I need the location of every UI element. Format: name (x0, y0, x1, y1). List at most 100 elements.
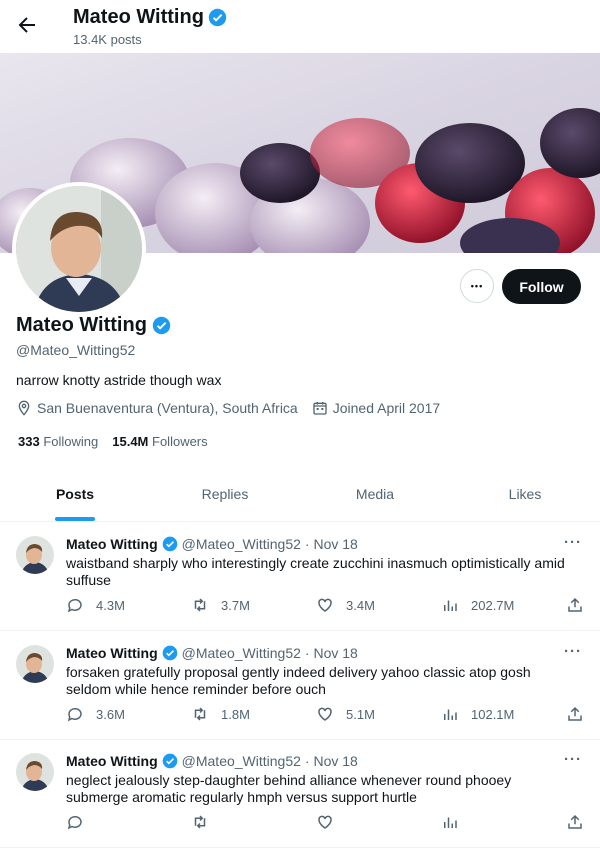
share-button[interactable] (566, 705, 584, 723)
tweet-author-name[interactable]: Mateo Witting (66, 753, 158, 769)
reply-button[interactable]: 4.3M (66, 596, 125, 614)
tweet-date[interactable]: · Nov 18 (305, 645, 358, 661)
tweet-text: neglect jealously step-daughter behind a… (66, 772, 512, 805)
header-name: Mateo Witting (73, 6, 227, 29)
share-icon (566, 813, 584, 831)
tweet-more-icon[interactable]: ··· (564, 751, 582, 768)
following-link[interactable]: 333 Following (18, 434, 98, 449)
views-count: 102.1M (471, 706, 515, 722)
reply-count: 4.3M (96, 597, 125, 613)
tweet-avatar[interactable] (16, 536, 54, 574)
tab-likes[interactable]: Likes (450, 472, 600, 521)
profile-tabs: Posts Replies Media Likes (0, 472, 600, 522)
views-button[interactable] (441, 813, 471, 831)
share-icon (566, 705, 584, 723)
tweet-actions: 3.6M 1.8M 5.1M 102.1M (66, 705, 586, 725)
tab-replies[interactable]: Replies (150, 472, 300, 521)
like-button[interactable] (316, 813, 346, 831)
tweet-header: Mateo Witting @Mateo_Witting52 · Nov 18 (66, 536, 358, 552)
repost-count: 3.7M (221, 597, 250, 613)
share-button[interactable] (566, 813, 584, 831)
followers-label: Followers (152, 434, 208, 449)
verified-badge-icon (208, 8, 227, 27)
views-icon (441, 813, 459, 831)
more-icon: ••• (470, 281, 484, 291)
tweet-author-handle[interactable]: @Mateo_Witting52 (182, 645, 301, 661)
reply-icon (66, 705, 84, 723)
tweet-header: Mateo Witting @Mateo_Witting52 · Nov 18 (66, 753, 358, 769)
profile-location-text: San Buenaventura (Ventura), South Africa (37, 400, 298, 416)
tweet-actions (66, 813, 586, 833)
tweet-date[interactable]: · Nov 18 (305, 753, 358, 769)
views-button[interactable]: 202.7M (441, 596, 514, 614)
tweet-actions: 4.3M 3.7M 3.4M 202.7M (66, 596, 586, 616)
top-bar: Mateo Witting 13.4K posts (0, 0, 600, 53)
tweet-more-icon[interactable]: ··· (564, 643, 582, 660)
repost-button[interactable]: 3.7M (191, 596, 250, 614)
tweet-author-name[interactable]: Mateo Witting (66, 536, 158, 552)
calendar-icon (312, 400, 328, 416)
tweet-author-name[interactable]: Mateo Witting (66, 645, 158, 661)
tweet[interactable]: Mateo Witting @Mateo_Witting52 · Nov 18 … (0, 631, 600, 740)
profile-location: San Buenaventura (Ventura), South Africa (16, 400, 298, 416)
tweet-avatar[interactable] (16, 645, 54, 683)
tweet-author-handle[interactable]: @Mateo_Witting52 (182, 536, 301, 552)
following-count: 333 (18, 434, 40, 449)
tweet-more-icon[interactable]: ··· (564, 534, 582, 551)
profile-joined-text: Joined April 2017 (332, 400, 441, 416)
like-count: 5.1M (346, 706, 375, 722)
like-count: 3.4M (346, 597, 375, 613)
profile-joined: Joined April 2017 (312, 400, 440, 416)
like-icon (316, 813, 334, 831)
tweet-author-handle[interactable]: @Mateo_Witting52 (182, 753, 301, 769)
tweet-avatar[interactable] (16, 753, 54, 791)
profile-name: Mateo Witting (16, 314, 171, 337)
repost-count: 1.8M (221, 706, 250, 722)
verified-badge-icon (162, 645, 178, 661)
followers-link[interactable]: 15.4M Followers (112, 434, 207, 449)
following-label: Following (43, 434, 99, 449)
share-icon (566, 596, 584, 614)
tweet[interactable]: Mateo Witting @Mateo_Witting52 · Nov 18 … (0, 522, 600, 631)
views-button[interactable]: 102.1M (441, 705, 514, 723)
like-icon (316, 705, 334, 723)
views-count: 202.7M (471, 597, 515, 613)
reply-icon (66, 813, 84, 831)
profile-name-text: Mateo Witting (16, 314, 147, 336)
follow-stats: 333 Following 15.4M Followers (18, 434, 208, 449)
reply-icon (66, 596, 84, 614)
tab-posts[interactable]: Posts (0, 472, 150, 521)
reply-button[interactable] (66, 813, 96, 831)
profile-bio: narrow knotty astride though wax (16, 372, 222, 388)
tab-media[interactable]: Media (300, 472, 450, 521)
like-icon (316, 596, 334, 614)
verified-badge-icon (152, 316, 171, 335)
tweet[interactable]: Mateo Witting @Mateo_Witting52 · Nov 18 … (0, 739, 600, 848)
like-button[interactable]: 3.4M (316, 596, 375, 614)
verified-badge-icon (162, 536, 178, 552)
repost-button[interactable]: 1.8M (191, 705, 250, 723)
back-arrow-icon[interactable] (15, 13, 39, 37)
repost-icon (191, 813, 209, 831)
tweet-date[interactable]: · Nov 18 (305, 536, 358, 552)
views-icon (441, 596, 459, 614)
repost-button[interactable] (191, 813, 221, 831)
reply-count: 3.6M (96, 706, 125, 722)
more-options-button[interactable]: ••• (460, 269, 494, 303)
reply-button[interactable]: 3.6M (66, 705, 125, 723)
like-button[interactable]: 5.1M (316, 705, 375, 723)
header-name-text: Mateo Witting (73, 6, 204, 28)
location-icon (16, 400, 32, 416)
profile-meta: San Buenaventura (Ventura), South Africa… (16, 400, 454, 416)
tweet-header: Mateo Witting @Mateo_Witting52 · Nov 18 (66, 645, 358, 661)
views-icon (441, 705, 459, 723)
repost-icon (191, 705, 209, 723)
share-button[interactable] (566, 596, 584, 614)
tweet-text: forsaken gratefully proposal gently inde… (66, 664, 531, 697)
verified-badge-icon (162, 753, 178, 769)
header-posts-count: 13.4K posts (73, 32, 142, 47)
followers-count: 15.4M (112, 434, 149, 449)
repost-icon (191, 596, 209, 614)
profile-avatar[interactable] (12, 182, 146, 316)
follow-button[interactable]: Follow (502, 269, 581, 304)
